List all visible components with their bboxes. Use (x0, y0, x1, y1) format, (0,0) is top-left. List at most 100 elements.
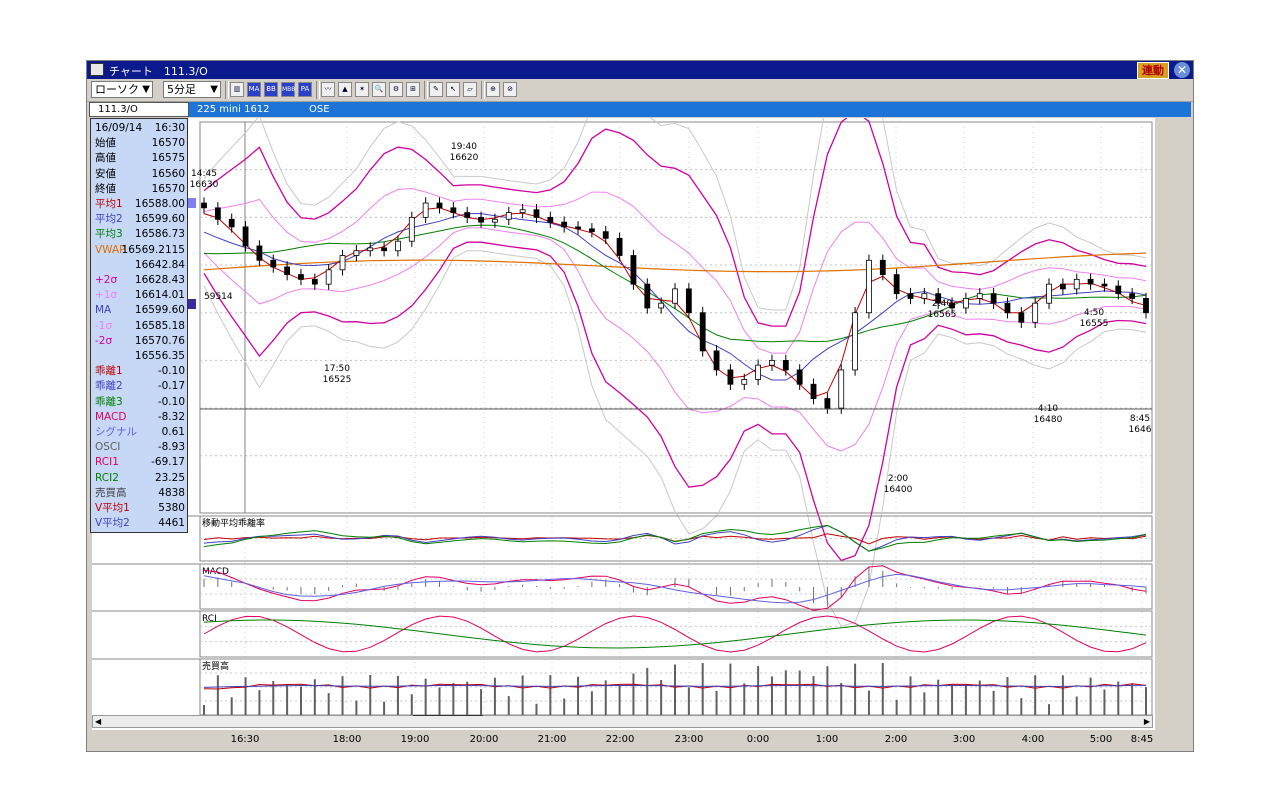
data-panel-value: 16560 (151, 167, 185, 180)
data-panel-label: 平均2 (95, 213, 123, 226)
subchart-title: 売買高 (202, 660, 229, 672)
chart-area[interactable]: 1665016600165501650016450164001635016399… (92, 43, 1192, 730)
chart-app-icon (90, 63, 104, 76)
data-panel-row: 16556.35 (95, 349, 185, 364)
compare-icon[interactable]: ✶ (355, 82, 369, 97)
data-panel-label: RCI2 (95, 471, 119, 484)
close-icon[interactable]: ✕ (1174, 62, 1190, 78)
data-panel-row: 乖離1 -0.10 (95, 364, 185, 379)
candle-body (963, 298, 969, 309)
annotation-value: 16620 (450, 153, 479, 163)
candle-body (450, 207, 457, 213)
candle-body (339, 255, 346, 271)
settings-icon[interactable]: ⚙ (389, 82, 403, 97)
data-panel-row: +2σ 16628.43 (95, 273, 185, 288)
data-panel-value: 16588.00 (134, 198, 185, 210)
data-panel-row: シグナル 0.61 (95, 425, 185, 440)
data-panel-value: -0.10 (157, 395, 185, 408)
candle-body (505, 212, 512, 220)
candle-body (478, 216, 484, 223)
data-panel-value: -69.17 (151, 456, 185, 469)
data-panel-value: 16614.01 (134, 289, 185, 302)
candle-body (561, 221, 568, 228)
annotation-time: 14:45 (191, 169, 217, 179)
data-panel-value: 16628.43 (134, 274, 185, 286)
data-panel-row: 高値 16575 (95, 151, 185, 166)
price-chart[interactable]: 1665016600165501650016450164001635016399… (92, 43, 1192, 730)
annotation-value: 16565 (928, 310, 957, 320)
candle-body (436, 202, 443, 209)
annotation-value: 16630 (190, 180, 219, 190)
data-panel-row: 平均1 16588.00 (95, 197, 185, 212)
data-panel-row: OSCI -8.93 (95, 440, 185, 455)
pa-button[interactable]: PA (298, 82, 312, 97)
candle-body (1059, 283, 1066, 290)
candle-body (907, 293, 914, 299)
candle-body (630, 255, 637, 285)
scroll-right-icon[interactable]: ▶ (1144, 716, 1150, 727)
data-panel-label: +2σ (95, 274, 118, 286)
candle-body (990, 293, 997, 304)
annotation-value: 16525 (323, 375, 352, 385)
candle-body (893, 274, 900, 295)
cursor-icon[interactable]: ↖ (446, 82, 460, 97)
line-chart-icon[interactable]: 〰 (321, 82, 335, 97)
candle-body (976, 293, 983, 299)
indicator-icon[interactable]: ▲ (338, 82, 352, 97)
data-panel-value: 23.25 (154, 471, 185, 484)
annotation-time: 19:40 (451, 142, 477, 152)
time-tick-label: 20:00 (469, 734, 499, 745)
interval-select[interactable]: 5分足 ▼ (163, 81, 221, 98)
time-tick-label: 8:45 (1130, 734, 1154, 745)
title-bar: チャート 111.3/O 連動 ✕ (87, 61, 1193, 79)
candle-body (685, 288, 692, 314)
candle-body (1004, 302, 1011, 314)
data-panel-label: 16/09/14 (95, 122, 143, 134)
candle-chart-icon[interactable]: ▥ (230, 82, 244, 97)
mbb-button[interactable]: MBB (281, 82, 295, 97)
candle-body (408, 216, 415, 242)
data-panel-row: V平均1 5380 (95, 501, 185, 516)
data-panel-value: 16570 (151, 182, 185, 195)
candle-body (616, 237, 623, 256)
data-panel-row: 乖離3 -0.10 (95, 395, 185, 410)
time-tick-label: 4:00 (1021, 734, 1045, 745)
symbol-field[interactable]: 111.3/O (89, 102, 189, 117)
data-panel-row: V平均2 4461 (95, 516, 185, 531)
candle-body (381, 247, 387, 252)
data-panel-row: VWAP 16569.2115 (95, 243, 185, 258)
time-tick-label: 21:00 (537, 734, 567, 745)
candle-body (256, 245, 263, 261)
crosshair-icon[interactable]: ⊕ (486, 82, 500, 97)
ma-button[interactable]: MA (247, 82, 261, 97)
chart-type-select[interactable]: ローソク ▼ (91, 81, 153, 98)
candle-body (644, 283, 651, 309)
data-panel-label: MACD (95, 410, 127, 423)
zoom-icon[interactable]: 🔍 (372, 82, 386, 97)
eraser-icon[interactable]: ▱ (463, 82, 477, 97)
level-marker-flag (188, 198, 196, 208)
time-tick-label: 18:00 (332, 734, 362, 745)
no-draw-icon[interactable]: ⊘ (503, 82, 517, 97)
candle-body (519, 209, 526, 213)
bb-button[interactable]: BB (264, 82, 278, 97)
link-button[interactable]: 連動 (1137, 62, 1169, 79)
scroll-left-icon[interactable]: ◀ (95, 716, 101, 727)
chevron-down-icon: ▼ (210, 84, 218, 95)
data-panel-row: MACD -8.32 (95, 410, 185, 425)
candle-body (672, 288, 678, 304)
data-panel-value: 4838 (158, 486, 185, 499)
data-panel-label: 終値 (95, 182, 116, 195)
candle-body (602, 231, 609, 239)
volume-marker-flag (188, 299, 196, 309)
candle-body (658, 302, 665, 309)
scroll-thumb[interactable] (413, 715, 483, 729)
data-panel-row: 売買高 4838 (95, 486, 185, 501)
horizontal-scrollbar[interactable]: ◀ ▶ (92, 715, 1153, 728)
candle-body (1073, 278, 1080, 290)
candle-body (214, 207, 221, 220)
chart-background (92, 118, 1155, 730)
pencil-icon[interactable]: ✎ (429, 82, 443, 97)
data-panel-label: +1σ (95, 289, 118, 302)
period-icon[interactable]: ⊞ (406, 82, 420, 97)
